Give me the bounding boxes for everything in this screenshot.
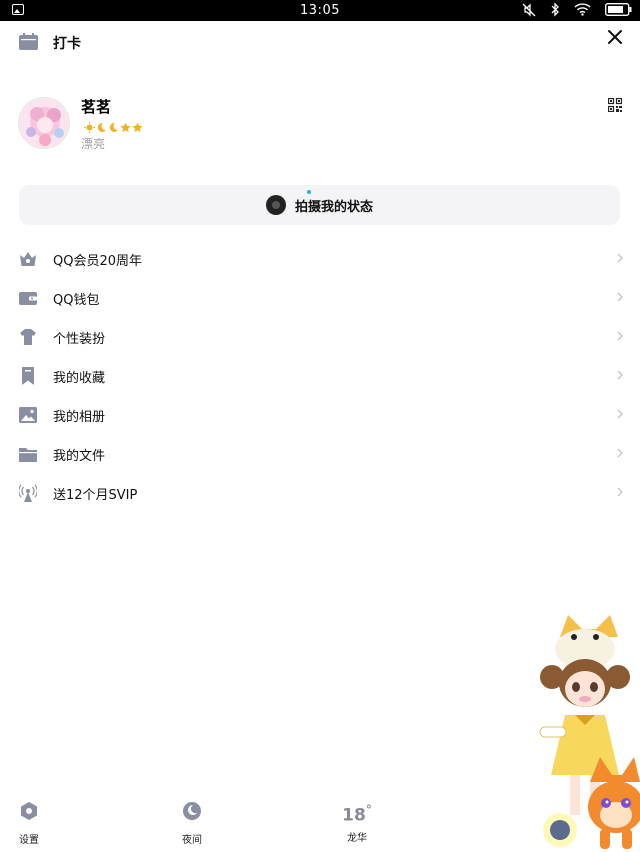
calendar-checkin-icon[interactable] [19, 33, 38, 50]
menu-item-label: 我的相册 [53, 410, 106, 425]
avatar[interactable] [18, 97, 70, 149]
folder-icon [19, 448, 37, 462]
camera-icon [265, 195, 286, 215]
chevron-right-icon [617, 370, 623, 380]
weather-widget[interactable]: 18° 龙华 [340, 803, 374, 844]
capture-status-label: 拍摄我的状态 [294, 199, 373, 215]
level-badges[interactable] [84, 118, 143, 133]
settings-hexagon-icon [21, 802, 37, 820]
wifi-icon [574, 3, 591, 16]
battery-icon [605, 3, 632, 16]
signature[interactable]: 漂亮 [81, 135, 105, 152]
chevron-right-icon [617, 448, 623, 458]
status-icons [522, 2, 632, 17]
planet-launcher-icon[interactable] [543, 813, 577, 847]
mascot-illustration [539, 615, 640, 849]
chevron-right-icon [617, 487, 623, 497]
photo-icon [19, 407, 37, 423]
menu-item-qq-wallet[interactable]: QQ钱包 [0, 278, 640, 317]
menu-item-personalize[interactable]: 个性装扮 [0, 317, 640, 356]
crown-icon [20, 252, 36, 266]
menu-item-label: QQ钱包 [53, 293, 100, 308]
menu-item-label: 个性装扮 [53, 332, 106, 347]
menu-item-label: 送12个月SVIP [53, 488, 138, 503]
moon-level-icon [108, 118, 119, 132]
mute-icon [522, 2, 536, 17]
avatar-image [19, 98, 69, 148]
star-level-icon [120, 118, 131, 133]
moon-icon [183, 802, 201, 820]
chevron-right-icon [617, 409, 623, 419]
menu-item-label: 我的收藏 [53, 371, 106, 386]
bluetooth-icon [551, 2, 559, 17]
weather-temp-unit: ° [365, 803, 372, 817]
menu-item-label: 我的文件 [53, 449, 106, 464]
menu-item-albums[interactable]: 我的相册 [0, 395, 640, 434]
star-level-icon [132, 118, 143, 133]
bookmark-icon [22, 367, 34, 385]
menu-item-label: QQ会员20周年 [53, 254, 143, 269]
checkin-label[interactable]: 打卡 [53, 33, 81, 53]
menu-item-favorites[interactable]: 我的收藏 [0, 356, 640, 395]
close-icon[interactable] [607, 29, 623, 45]
weather-temp-value: 18 [342, 805, 366, 826]
weather-city: 龙华 [347, 832, 367, 844]
chevron-right-icon [617, 292, 623, 302]
menu-item-qq-vip-20[interactable]: QQ会员20周年 [0, 239, 640, 278]
weather-temperature: 18° [340, 803, 374, 826]
menu-item-files[interactable]: 我的文件 [0, 434, 640, 473]
moon-level-icon [96, 118, 107, 132]
night-mode-button[interactable]: 夜间 [180, 801, 204, 846]
menu-item-gift-svip[interactable]: 送12个月SVIP [0, 473, 640, 512]
drawer-header: 打卡 [0, 21, 640, 63]
qr-code-icon[interactable] [608, 98, 622, 112]
sun-level-icon [84, 118, 95, 133]
capture-status-button[interactable]: 拍摄我的状态 [19, 185, 620, 225]
tshirt-icon [20, 329, 36, 345]
drawer-menu: QQ会员20周年 QQ钱包 个性装扮 我的收藏 我的相册 我的文件 送12个月S… [0, 239, 640, 512]
wallet-icon [19, 292, 37, 305]
settings-label: 设置 [19, 835, 39, 846]
new-dot-indicator [307, 190, 311, 194]
settings-button[interactable]: 设置 [17, 801, 41, 846]
chevron-right-icon [617, 331, 623, 341]
antenna-icon [19, 484, 37, 502]
night-mode-label: 夜间 [182, 835, 202, 846]
status-bar: 13:05 [0, 0, 640, 21]
username[interactable]: 茗茗 [81, 96, 111, 117]
chevron-right-icon [617, 253, 623, 263]
